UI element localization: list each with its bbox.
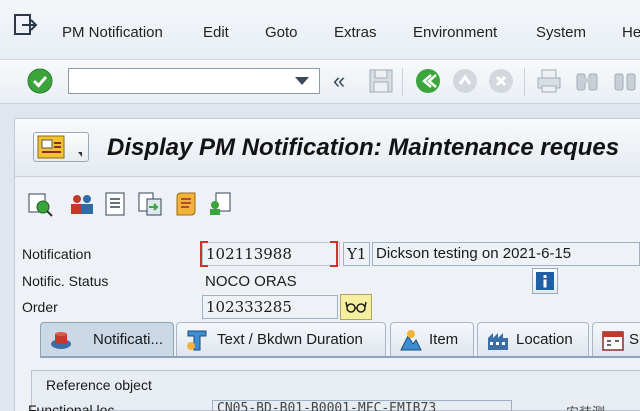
notification-icon bbox=[51, 332, 71, 349]
tab-schedule-label: S bbox=[629, 331, 640, 348]
notification-label: Notification bbox=[22, 246, 92, 262]
menu-dropdown-button[interactable] bbox=[33, 132, 89, 162]
order-label: Order bbox=[22, 299, 58, 315]
functional-location-extra-text: 安装测 bbox=[566, 402, 605, 411]
application-toolbar bbox=[15, 179, 640, 227]
status-value: NOCO ORAS bbox=[205, 273, 297, 290]
status-info-button[interactable] bbox=[532, 268, 558, 294]
functional-location-label: Functional loc. bbox=[28, 402, 119, 411]
tab-location-label: Location bbox=[516, 331, 573, 348]
page-title: Display PM Notification: Maintenance req… bbox=[107, 134, 620, 161]
menu-environment[interactable]: Environment bbox=[413, 24, 497, 41]
save-icon[interactable] bbox=[366, 66, 396, 96]
menu-goto[interactable]: Goto bbox=[265, 24, 298, 41]
tab-strip: Notificati... Text / Bkdwn Duration Item… bbox=[0, 322, 640, 358]
menu-system[interactable]: System bbox=[536, 24, 586, 41]
tab-item[interactable]: Item bbox=[390, 322, 474, 356]
toolbar-separator bbox=[402, 68, 403, 96]
focus-bracket-left bbox=[200, 241, 208, 267]
functional-location-field[interactable]: CN05-BD-B01-B0001-MFC-EMIB73 bbox=[212, 400, 512, 411]
order-number-field[interactable]: 102333285 bbox=[202, 295, 338, 319]
long-text-scroll-icon[interactable] bbox=[173, 191, 199, 217]
notification-display-icon bbox=[37, 135, 65, 159]
group-title: Reference object bbox=[46, 377, 152, 393]
menu-pm-notification[interactable]: PM Notification bbox=[62, 24, 163, 41]
tab-text-breakdown[interactable]: Text / Bkdwn Duration bbox=[176, 322, 386, 356]
tab-text-label: Text / Bkdwn Duration bbox=[217, 331, 363, 348]
toolbar-separator bbox=[524, 68, 525, 96]
notification-description-field[interactable]: Dickson testing on 2021-6-15 bbox=[372, 242, 640, 266]
item-icon bbox=[400, 330, 422, 351]
tab-notification[interactable]: Notificati... bbox=[40, 322, 174, 356]
text-icon bbox=[187, 330, 207, 351]
find-icon[interactable] bbox=[572, 66, 602, 96]
worklist-person-icon[interactable] bbox=[207, 191, 233, 217]
menu-extras[interactable]: Extras bbox=[334, 24, 377, 41]
menu-bar: PM Notification Edit Goto Extras Environ… bbox=[0, 0, 640, 60]
partner-icon[interactable] bbox=[69, 191, 95, 217]
chevron-down-icon[interactable] bbox=[295, 77, 309, 85]
notification-number-field[interactable]: 102113988 bbox=[202, 242, 340, 266]
menu-help[interactable]: He bbox=[622, 24, 640, 41]
corner-dropdown-icon bbox=[78, 152, 82, 157]
glasses-icon bbox=[345, 301, 367, 313]
copy-document-icon[interactable] bbox=[137, 191, 163, 217]
enter-check-icon[interactable] bbox=[25, 66, 55, 96]
command-history-button[interactable]: « bbox=[333, 68, 345, 94]
info-icon bbox=[536, 272, 554, 290]
title-bar: Display PM Notification: Maintenance req… bbox=[15, 119, 640, 177]
tab-location[interactable]: Location bbox=[477, 322, 589, 356]
exit-icon[interactable] bbox=[450, 66, 480, 96]
notification-type-field[interactable]: Y1 bbox=[343, 242, 370, 266]
document-list-icon[interactable] bbox=[103, 191, 129, 217]
display-object-icon[interactable] bbox=[27, 191, 53, 217]
find-next-icon[interactable] bbox=[610, 66, 640, 96]
focus-bracket-right bbox=[330, 241, 338, 267]
location-icon bbox=[488, 333, 508, 350]
status-label: Notific. Status bbox=[22, 273, 109, 289]
command-field[interactable] bbox=[68, 68, 320, 94]
tab-notification-label: Notificati... bbox=[93, 331, 164, 348]
tab-item-label: Item bbox=[429, 331, 459, 348]
exit-menu-icon[interactable] bbox=[14, 14, 38, 36]
print-icon[interactable] bbox=[534, 66, 564, 96]
standard-toolbar: « bbox=[0, 60, 640, 104]
menu-edit[interactable]: Edit bbox=[203, 24, 229, 41]
display-order-button[interactable] bbox=[340, 294, 372, 320]
schedule-icon bbox=[602, 331, 624, 351]
cancel-icon[interactable] bbox=[486, 66, 516, 96]
tab-schedule[interactable]: S bbox=[592, 322, 640, 356]
back-icon[interactable] bbox=[413, 66, 443, 96]
